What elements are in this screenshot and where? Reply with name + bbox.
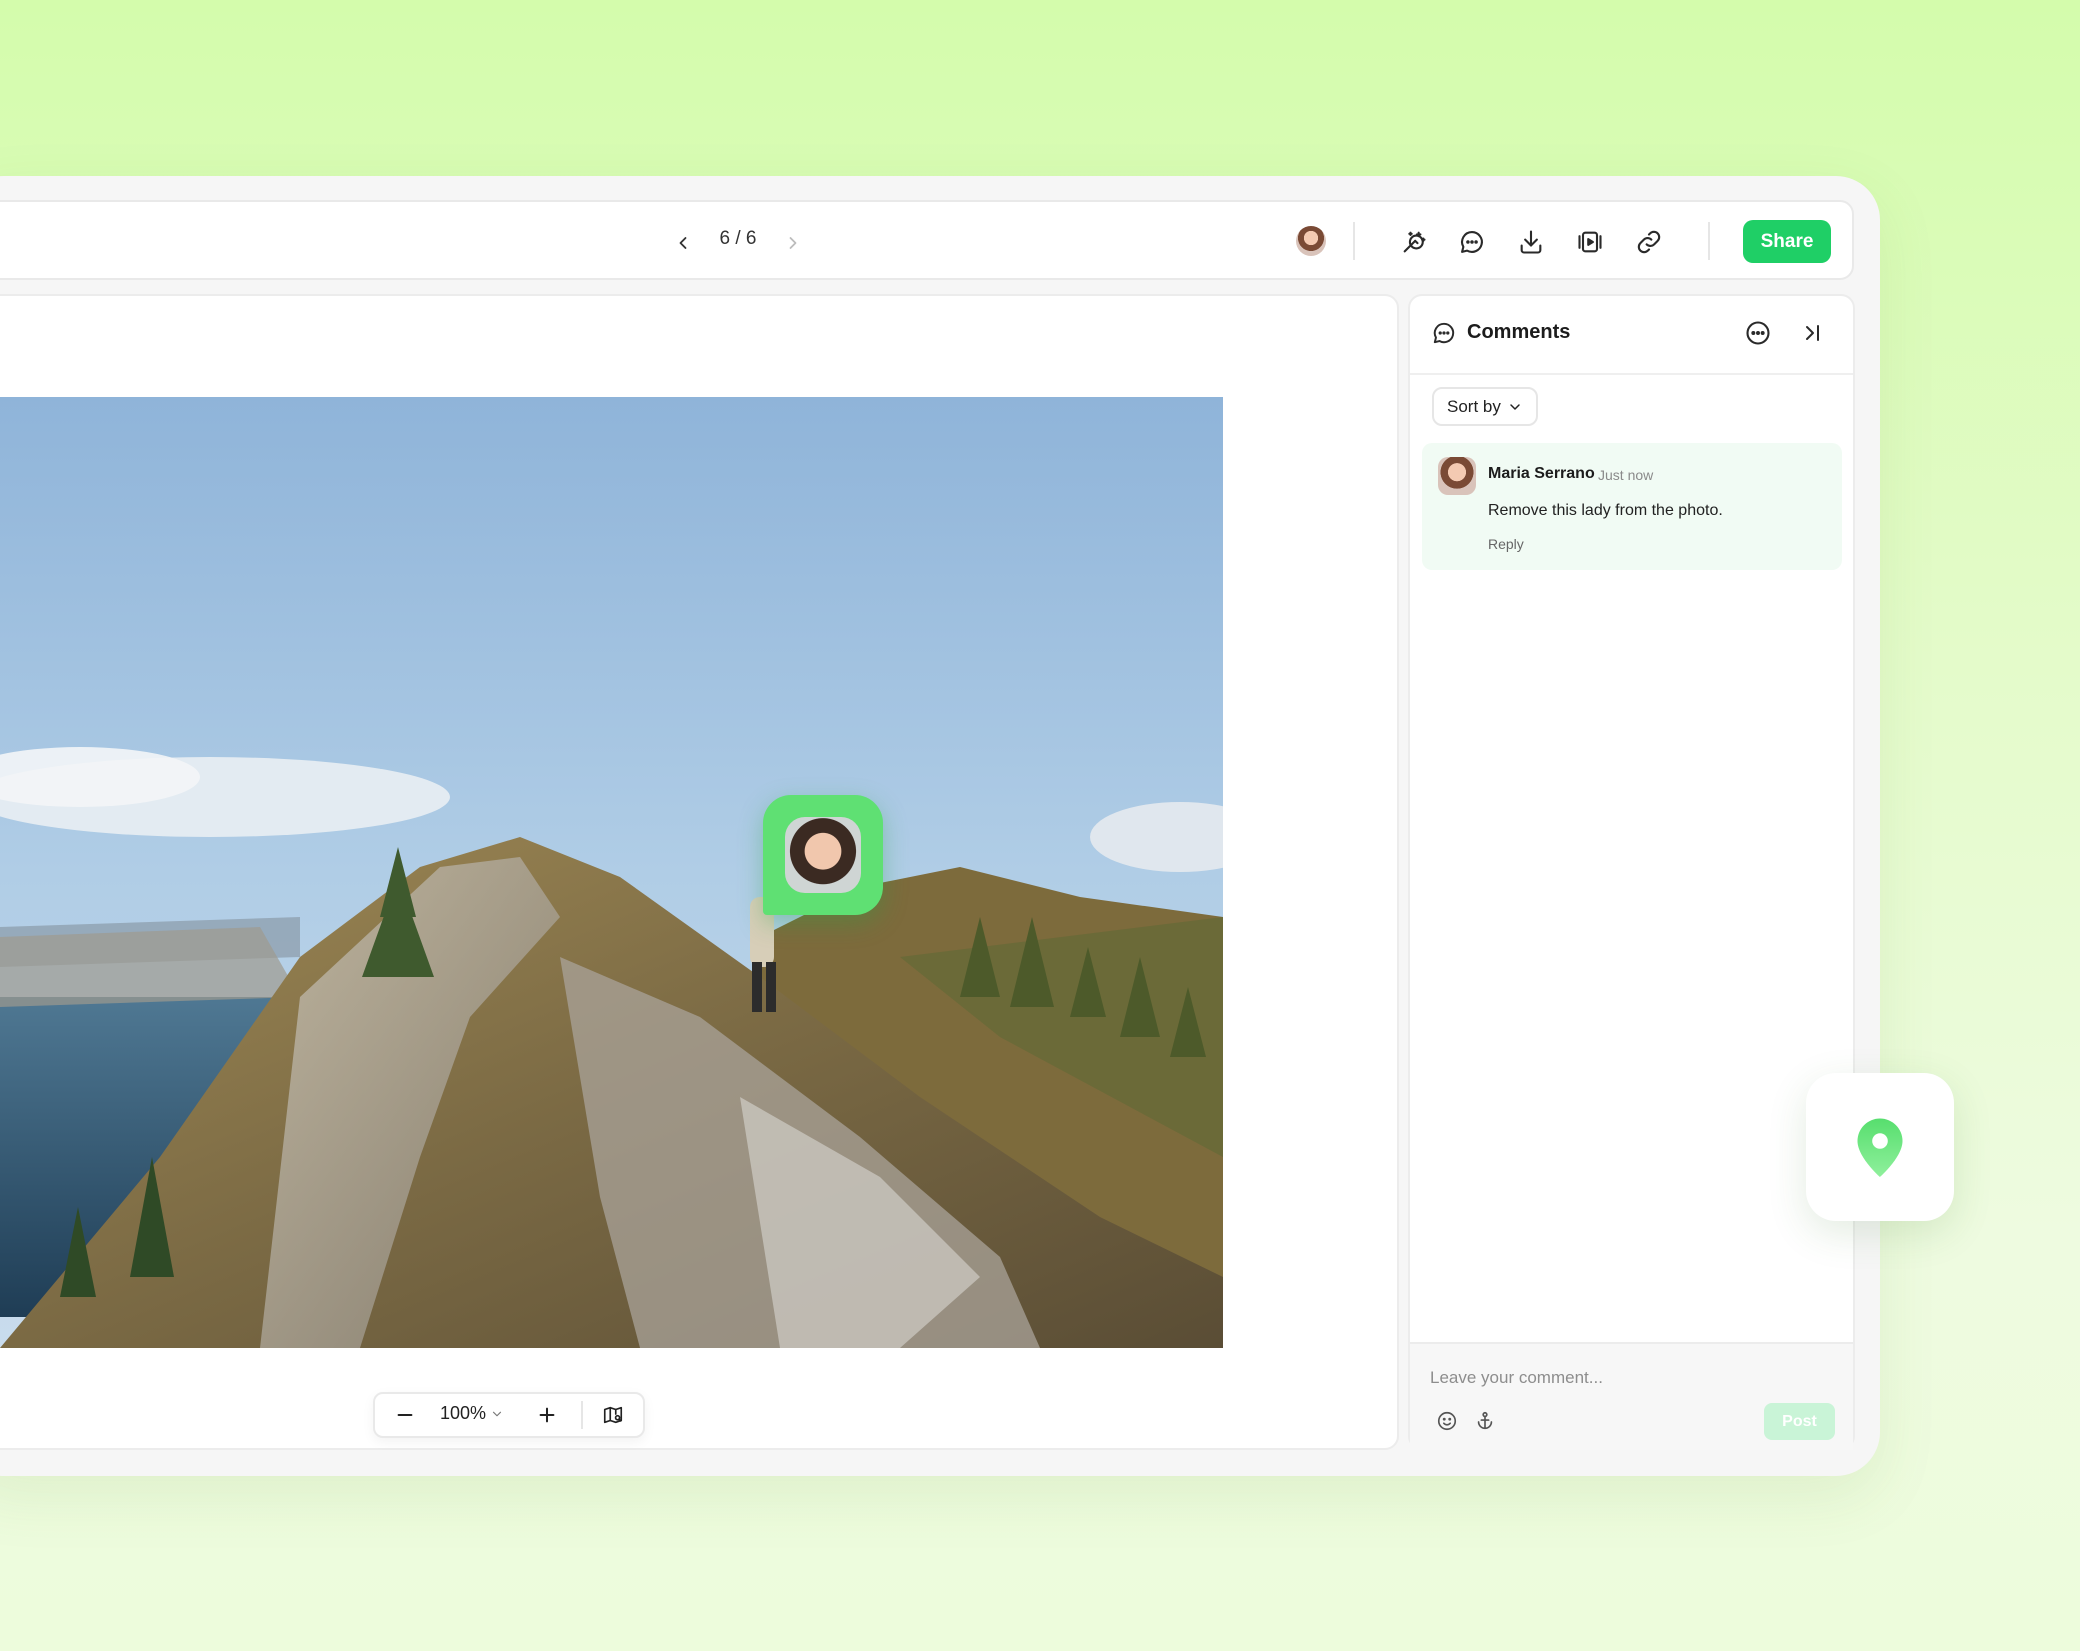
minimap-icon bbox=[603, 1406, 623, 1424]
collapse-panel-button[interactable] bbox=[1796, 317, 1828, 349]
zoom-value: 100% bbox=[440, 1403, 487, 1423]
emoji-icon bbox=[1437, 1411, 1457, 1431]
toolbar-divider bbox=[1708, 222, 1710, 260]
minimap-button[interactable] bbox=[598, 1400, 628, 1430]
next-page-button[interactable] bbox=[778, 228, 808, 258]
zoom-divider bbox=[581, 1401, 583, 1429]
user-avatar[interactable] bbox=[1296, 226, 1326, 256]
reply-link[interactable]: Reply bbox=[1488, 536, 1524, 552]
anchor-icon bbox=[1477, 1411, 1493, 1430]
comment-avatar bbox=[1438, 457, 1476, 495]
mountain-photo[interactable] bbox=[0, 397, 1223, 1348]
link-icon bbox=[1637, 230, 1661, 254]
pin-avatar bbox=[785, 817, 861, 893]
page-indicator: 6 / 6 bbox=[719, 228, 757, 249]
chevron-down-icon bbox=[492, 1411, 502, 1416]
emoji-button[interactable] bbox=[1433, 1407, 1461, 1435]
comment-icon bbox=[1433, 322, 1455, 344]
comments-more-button[interactable] bbox=[1742, 317, 1774, 349]
photo-illustration bbox=[0, 397, 1223, 1348]
share-button[interactable]: Share bbox=[1743, 220, 1831, 263]
panel-divider bbox=[1410, 373, 1853, 375]
minus-icon bbox=[397, 1413, 413, 1417]
comment-input[interactable] bbox=[1428, 1362, 1832, 1394]
comment-time: Just now bbox=[1598, 467, 1654, 483]
slideshow-button[interactable] bbox=[1574, 226, 1606, 258]
download-button[interactable] bbox=[1515, 226, 1547, 258]
comments-header-icon bbox=[1429, 318, 1459, 348]
comment-button[interactable] bbox=[1456, 226, 1488, 258]
plus-icon bbox=[539, 1407, 555, 1423]
chevron-right-icon bbox=[789, 237, 797, 249]
collapse-right-icon bbox=[1806, 325, 1819, 341]
slideshow-icon bbox=[1578, 231, 1602, 253]
comment-pin[interactable] bbox=[763, 795, 883, 915]
comment-text: Remove this lady from the photo. bbox=[1488, 502, 1723, 519]
magic-edit-icon bbox=[1403, 231, 1426, 253]
zoom-out-button[interactable] bbox=[390, 1400, 420, 1430]
sort-label: Sort by bbox=[1447, 396, 1501, 416]
toolbar-divider bbox=[1353, 222, 1355, 260]
post-button[interactable]: Post bbox=[1764, 1403, 1835, 1440]
chevron-down-icon bbox=[1510, 403, 1520, 410]
location-pin-icon bbox=[1857, 1118, 1903, 1177]
more-options-icon bbox=[1746, 321, 1770, 345]
prev-page-button[interactable] bbox=[668, 228, 698, 258]
zoom-in-button[interactable] bbox=[532, 1400, 562, 1430]
floating-pin-card[interactable] bbox=[1806, 1073, 1954, 1221]
download-icon bbox=[1520, 230, 1542, 254]
comments-title: Comments bbox=[1467, 321, 1571, 343]
chevron-left-icon bbox=[679, 237, 687, 249]
copy-link-button[interactable] bbox=[1633, 226, 1665, 258]
magic-edit-button[interactable] bbox=[1398, 226, 1430, 258]
sort-dropdown[interactable]: Sort by bbox=[1432, 387, 1538, 426]
anchor-button[interactable] bbox=[1471, 1407, 1499, 1435]
comment-author: Maria Serrano bbox=[1488, 465, 1595, 482]
zoom-level[interactable]: 100% bbox=[440, 1403, 504, 1424]
comment-icon bbox=[1461, 231, 1483, 253]
